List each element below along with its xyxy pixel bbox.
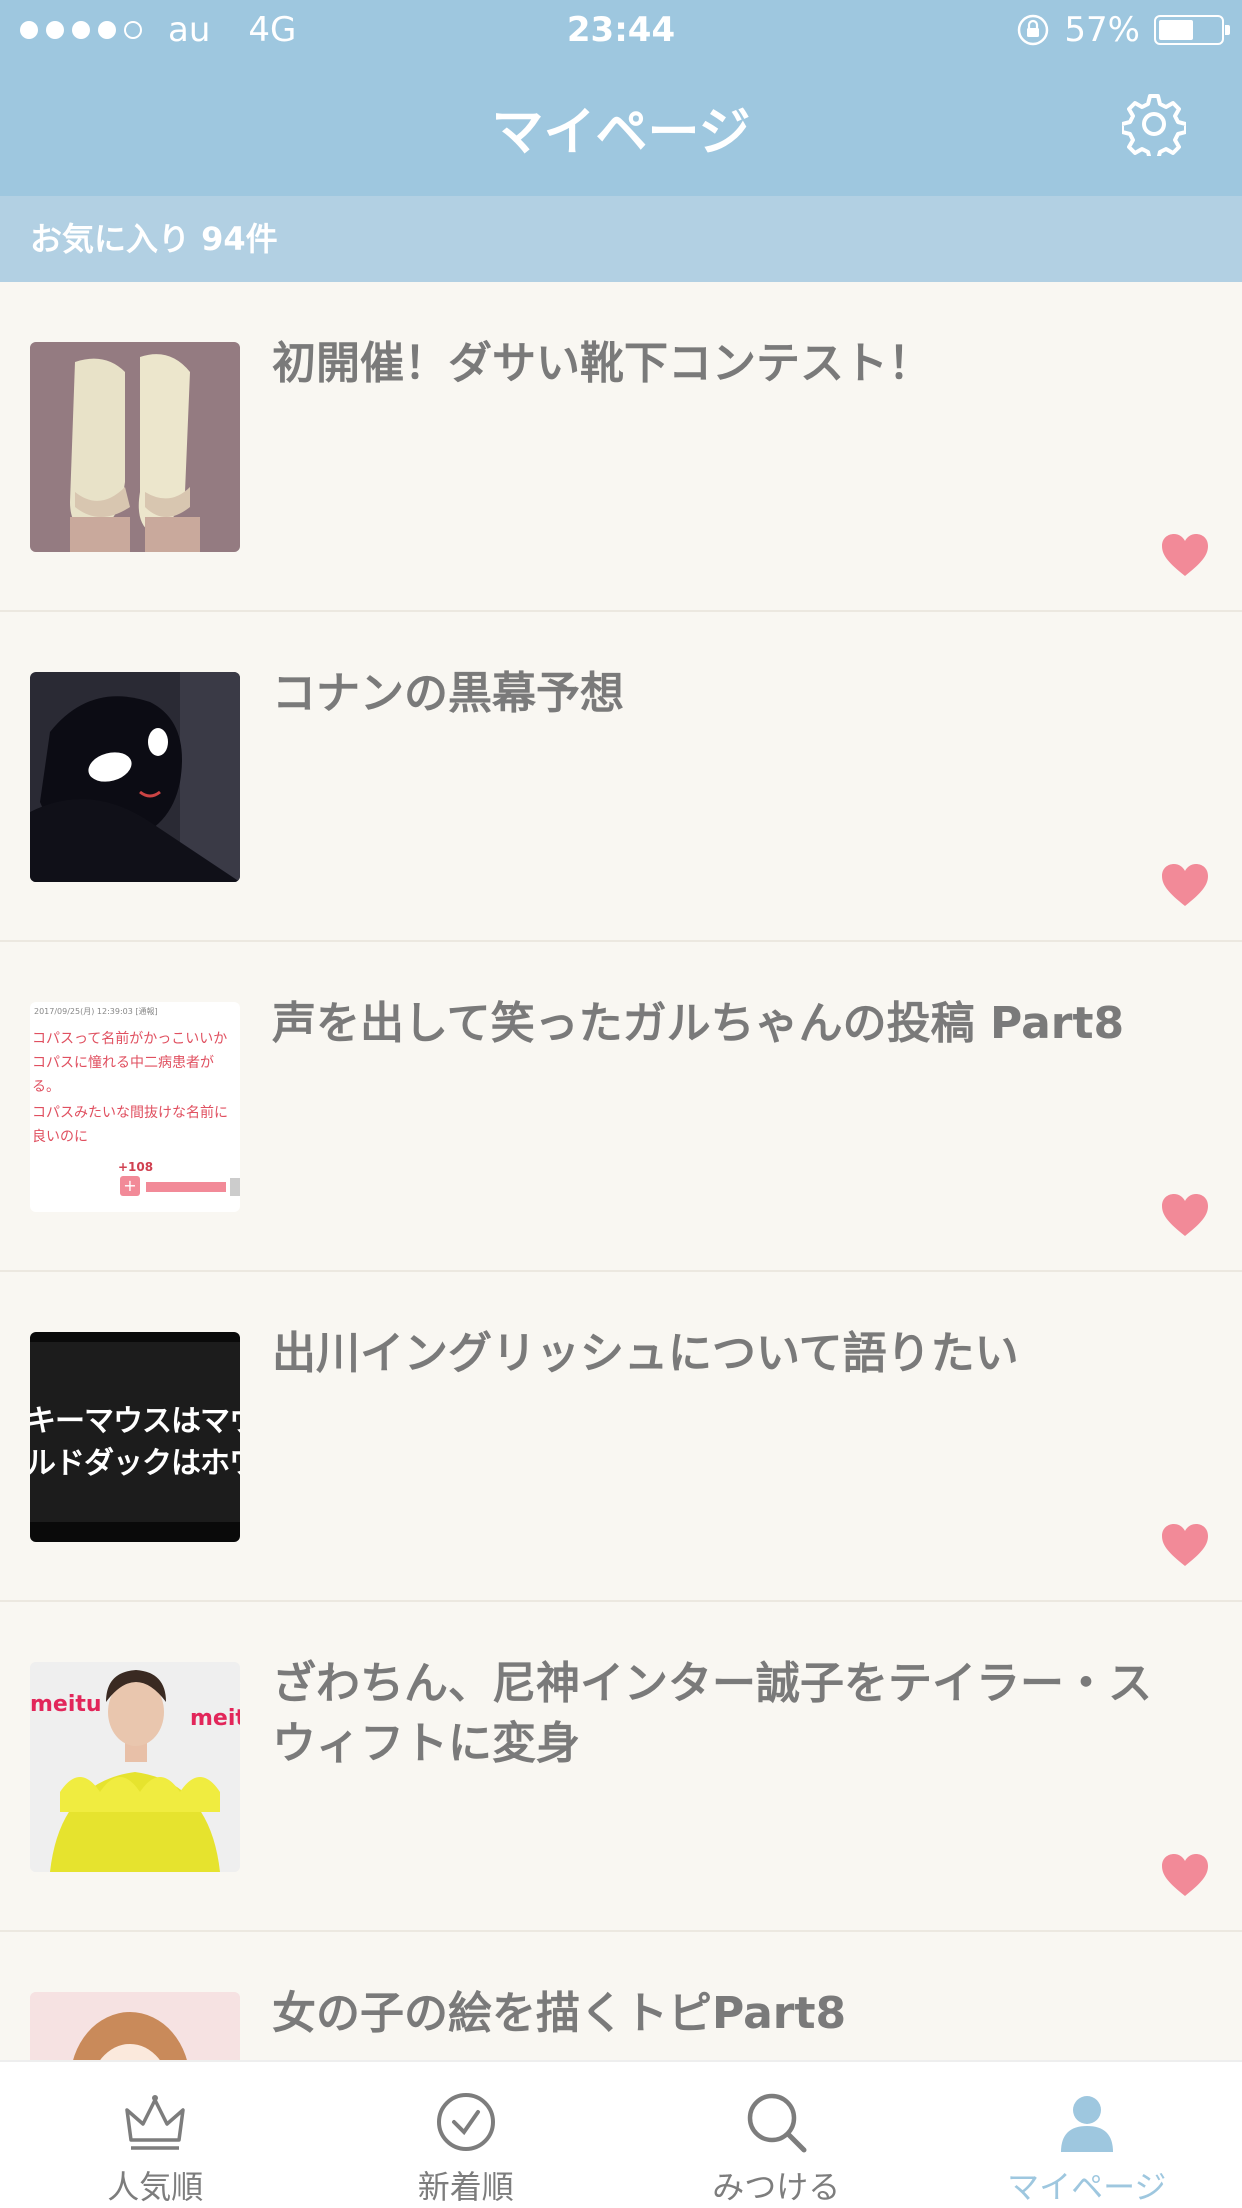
tv-caption: ルドダックはホワ xyxy=(30,1446,240,1481)
item-title[interactable]: 初開催！ダサい靴下コンテスト！ xyxy=(272,334,1182,394)
tab-popular[interactable]: 人気順 xyxy=(0,2062,311,2208)
post-votes: +108 xyxy=(118,1160,154,1174)
post-date: 2017/09/25(月) 12:39:03 [通報] xyxy=(34,1007,158,1016)
status-right: 57% xyxy=(1016,10,1230,50)
list-item[interactable]: コナンの黒幕予想 xyxy=(0,612,1242,942)
battery-fill xyxy=(1159,20,1193,40)
item-title[interactable]: ざわちん、尼神インター誠子をテイラー・スウィフトに変身 xyxy=(272,1654,1182,1774)
crown-icon xyxy=(125,2095,185,2150)
plus-button-icon: + xyxy=(120,1176,140,1196)
post-line: 良いのに xyxy=(32,1129,88,1145)
item-title[interactable]: 声を出して笑ったガルちゃんの投稿 Part8 xyxy=(272,994,1182,1054)
thumbnail-tv: キーマウスはマウ ルドダックはホワ xyxy=(30,1332,240,1542)
heart-icon[interactable] xyxy=(1160,532,1210,578)
thumbnail-anime xyxy=(30,672,240,882)
nav-header: au 4G 23:44 57% マイページ xyxy=(0,0,1242,196)
thumbnail-socks xyxy=(30,342,240,552)
post-line: コパスって名前がかっこいいか xyxy=(32,1031,228,1047)
heart-icon[interactable] xyxy=(1160,862,1210,908)
brand-text: meitu xyxy=(190,1706,240,1731)
status-bar: au 4G 23:44 57% xyxy=(0,0,1242,60)
tab-mypage[interactable]: マイページ xyxy=(932,2062,1242,2208)
tab-label: マイページ xyxy=(1007,2168,1167,2206)
post-line: コパスみたいな間抜けな名前に xyxy=(32,1105,228,1121)
thumbnail-post: 2017/09/25(月) 12:39:03 [通報] コパスって名前がかっこい… xyxy=(30,1002,240,1212)
item-title[interactable]: コナンの黒幕予想 xyxy=(272,664,1182,724)
tab-newest[interactable]: 新着順 xyxy=(311,2062,622,2208)
list-item[interactable]: 2017/09/25(月) 12:39:03 [通報] コパスって名前がかっこい… xyxy=(0,942,1242,1272)
favorites-list: 初開催！ダサい靴下コンテスト！ コナンの黒幕予想 2017/09/25(月) 1… xyxy=(0,282,1242,2208)
search-icon xyxy=(748,2093,807,2153)
clock-icon xyxy=(436,2093,495,2151)
tv-caption: キーマウスはマウ xyxy=(30,1404,240,1439)
battery-icon xyxy=(1154,15,1230,45)
vote-bar xyxy=(146,1182,226,1192)
gear-icon[interactable] xyxy=(1122,92,1186,156)
heart-icon[interactable] xyxy=(1160,1192,1210,1238)
person-icon xyxy=(1060,2096,1113,2152)
tab-search[interactable]: みつける xyxy=(621,2062,932,2208)
tab-label: 新着順 xyxy=(417,2168,514,2206)
rotation-lock-icon xyxy=(1018,14,1049,46)
heart-icon[interactable] xyxy=(1160,1852,1210,1898)
battery-percent: 57% xyxy=(1064,10,1140,50)
thumbnail-woman: meitu meitu xyxy=(30,1662,240,1872)
brand-text: meitu xyxy=(30,1692,102,1717)
list-item[interactable]: 初開催！ダサい靴下コンテスト！ xyxy=(0,282,1242,612)
page-title: マイページ xyxy=(491,103,751,163)
vote-bar-end xyxy=(230,1178,240,1196)
item-title[interactable]: 女の子の絵を描くトピPart8 xyxy=(272,1984,1182,2044)
tab-label: 人気順 xyxy=(107,2168,204,2206)
item-title[interactable]: 出川イングリッシュについて語りたい xyxy=(272,1324,1182,1384)
tab-bar: 人気順 新着順 みつける マイページ xyxy=(0,2060,1242,2208)
list-item[interactable]: キーマウスはマウ ルドダックはホワ 出川イングリッシュについて語りたい xyxy=(0,1272,1242,1602)
list-item[interactable]: meitu meitu ざわちん、尼神インター誠子をテイラー・スウィフトに変身 xyxy=(0,1602,1242,1932)
favorites-count: お気に入り 94件 xyxy=(0,196,1242,282)
post-line: る。 xyxy=(32,1079,60,1095)
tab-label: みつける xyxy=(712,2168,841,2206)
post-line: コパスに憧れる中二病患者が xyxy=(32,1055,214,1071)
heart-icon[interactable] xyxy=(1160,1522,1210,1568)
